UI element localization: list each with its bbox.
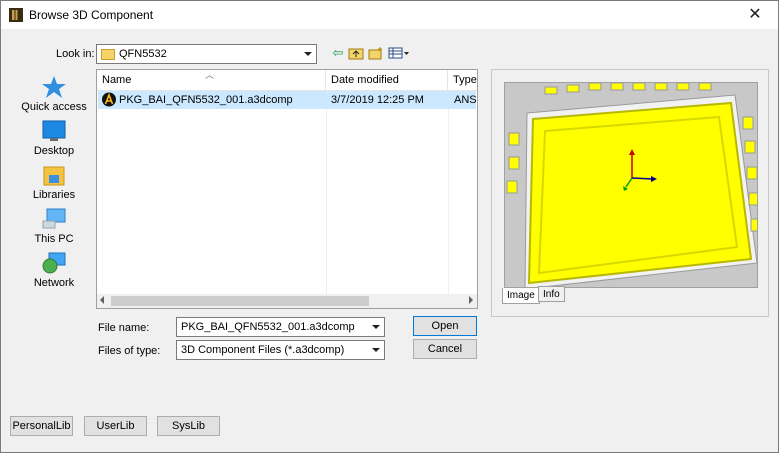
open-button[interactable]: Open — [413, 316, 477, 336]
desktop-icon — [41, 119, 67, 143]
window-title: Browse 3D Component — [29, 8, 154, 22]
chevron-down-icon[interactable] — [367, 341, 384, 359]
look-in-combo[interactable]: QFN5532 — [96, 44, 317, 64]
column-header-type[interactable]: Type — [448, 70, 477, 90]
chevron-down-icon[interactable] — [367, 318, 384, 336]
sort-ascending-icon: ︿ — [205, 70, 215, 80]
sys-lib-button[interactable]: SysLib — [157, 416, 220, 436]
preview-panel: Image Info — [491, 69, 769, 317]
title-bar: Browse 3D Component ✕ — [1, 1, 778, 29]
file-type-value: 3D Component Files (*.a3dcomp) — [181, 344, 345, 356]
place-desktop[interactable]: Desktop — [15, 119, 93, 157]
view-menu-icon[interactable] — [388, 46, 410, 60]
file-date-cell: 3/7/2019 12:25 PM — [331, 94, 424, 106]
network-icon — [41, 251, 67, 275]
file-list[interactable]: Name ︿ Date modified Type PKG_BAI_QFN553… — [96, 69, 478, 309]
place-quick-access[interactable]: Quick access — [15, 75, 93, 113]
user-lib-button[interactable]: UserLib — [84, 416, 147, 436]
ansys-file-icon — [102, 92, 116, 110]
file-name-cell: PKG_BAI_QFN5532_001.a3dcomp — [119, 94, 293, 106]
place-this-pc[interactable]: This PC — [15, 207, 93, 245]
file-type-label: Files of type: — [98, 345, 161, 357]
place-network[interactable]: Network — [15, 251, 93, 289]
personal-lib-button[interactable]: PersonalLib — [10, 416, 73, 436]
up-folder-icon[interactable] — [348, 46, 364, 60]
this-pc-icon — [41, 207, 67, 231]
file-type-select[interactable]: 3D Component Files (*.a3dcomp) — [176, 340, 385, 360]
file-row[interactable]: PKG_BAI_QFN5532_001.a3dcomp 3/7/2019 12:… — [98, 91, 477, 110]
look-in-label: Look in: — [56, 48, 95, 60]
scroll-right-icon[interactable] — [469, 296, 473, 304]
place-libraries[interactable]: Libraries — [15, 163, 93, 201]
chevron-down-icon[interactable] — [299, 45, 316, 63]
tab-info[interactable]: Info — [538, 286, 565, 302]
file-name-input[interactable]: PKG_BAI_QFN5532_001.a3dcomp — [176, 317, 385, 337]
back-icon[interactable]: ⇦ — [330, 46, 346, 60]
close-icon[interactable]: ✕ — [740, 4, 770, 26]
file-name-value: PKG_BAI_QFN5532_001.a3dcomp — [181, 321, 355, 333]
scrollbar-thumb[interactable] — [111, 296, 369, 306]
new-folder-icon[interactable] — [368, 46, 384, 60]
libraries-icon — [41, 163, 67, 187]
tab-image[interactable]: Image — [502, 288, 540, 304]
component-preview-image — [504, 82, 758, 288]
column-header-date[interactable]: Date modified — [326, 70, 448, 90]
cancel-button[interactable]: Cancel — [413, 339, 477, 359]
quick-access-icon — [41, 75, 67, 99]
folder-icon — [101, 48, 115, 60]
file-type-cell: ANSY — [454, 94, 477, 106]
file-name-label: File name: — [98, 322, 150, 334]
horizontal-scrollbar[interactable] — [97, 294, 477, 308]
scroll-left-icon[interactable] — [100, 296, 104, 304]
app-icon — [9, 8, 23, 22]
browse-dialog: Browse 3D Component ✕ Look in: QFN5532 ⇦… — [0, 0, 779, 453]
look-in-value: QFN5532 — [119, 48, 167, 60]
